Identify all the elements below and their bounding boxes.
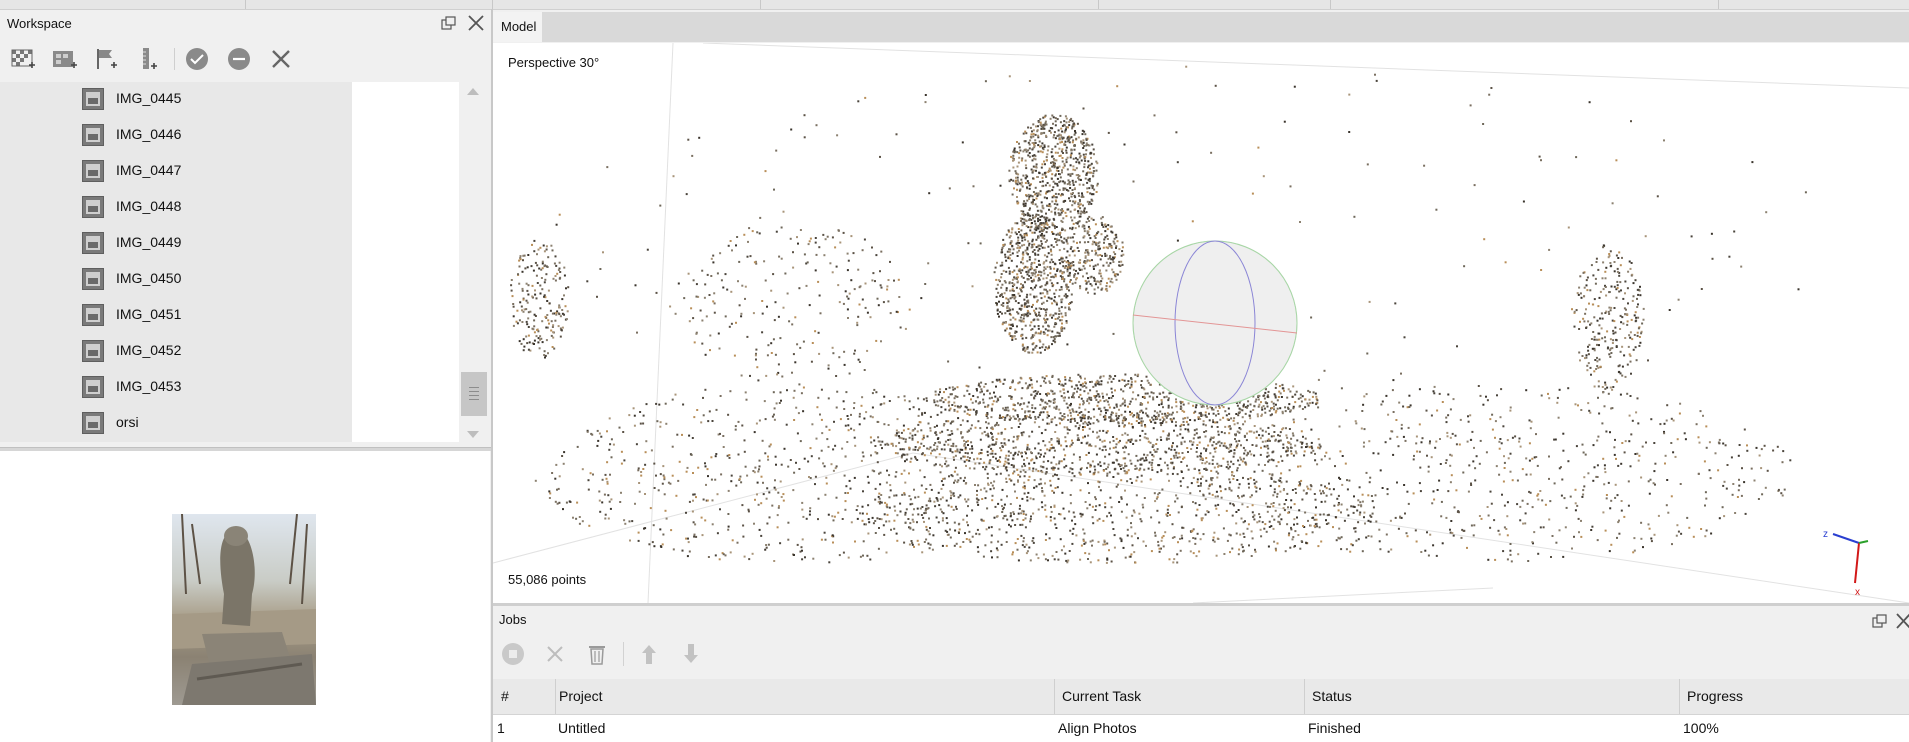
trackball-sphere[interactable] — [1132, 240, 1298, 406]
point-count-label: 55,086 points — [508, 572, 587, 587]
close-panel-icon[interactable] — [466, 13, 484, 31]
column-header-number[interactable]: # — [501, 688, 509, 704]
jobs-toolbar — [493, 636, 1909, 672]
photo-icon — [82, 340, 104, 362]
add-photos-icon[interactable] — [8, 44, 38, 74]
item-label: IMG_0446 — [116, 126, 182, 142]
add-marker-icon[interactable] — [91, 44, 121, 74]
list-item[interactable]: IMG_0450 — [0, 262, 352, 298]
tab-model[interactable]: Model — [493, 12, 542, 42]
column-header-current-task[interactable]: Current Task — [1062, 688, 1141, 704]
jobs-table-header: # Project Current Task Status Progress — [493, 679, 1909, 715]
workspace-title: Workspace — [7, 16, 72, 31]
job-progress: 100% — [1683, 720, 1719, 736]
job-number: 1 — [497, 720, 505, 736]
close-jobs-panel-icon[interactable] — [1893, 611, 1909, 629]
job-status: Finished — [1308, 720, 1361, 736]
disable-minus-icon[interactable] — [224, 44, 254, 74]
stop-job-icon[interactable] — [497, 636, 529, 672]
list-item[interactable]: IMG_0452 — [0, 334, 352, 370]
column-header-progress[interactable]: Progress — [1687, 688, 1743, 704]
model-tabbar — [493, 12, 1909, 42]
move-up-icon[interactable] — [633, 636, 665, 672]
item-label: IMG_0448 — [116, 198, 182, 214]
move-down-icon[interactable] — [675, 636, 707, 672]
list-item[interactable]: orsi — [0, 406, 352, 442]
photo-icon — [82, 268, 104, 290]
list-empty-area — [352, 82, 459, 442]
item-label: IMG_0447 — [116, 162, 182, 178]
add-scalebar-icon[interactable] — [133, 44, 163, 74]
item-label: IMG_0452 — [116, 342, 182, 358]
list-item[interactable]: IMG_0448 — [0, 190, 352, 226]
scroll-down-icon[interactable] — [467, 431, 479, 438]
jobs-title: Jobs — [499, 612, 527, 627]
job-current-task: Align Photos — [1058, 720, 1137, 736]
photo-icon — [82, 124, 104, 146]
list-item[interactable]: IMG_0445 — [0, 82, 352, 118]
item-label: IMG_0450 — [116, 270, 182, 286]
list-item[interactable]: IMG_0453 — [0, 370, 352, 406]
photo-preview-image — [172, 514, 316, 705]
scroll-up-icon[interactable] — [467, 88, 479, 95]
item-label: IMG_0445 — [116, 90, 182, 106]
delete-job-icon[interactable] — [581, 636, 613, 672]
table-row[interactable]: 1 Untitled Align Photos Finished 100% — [493, 715, 1909, 742]
photo-icon — [82, 196, 104, 218]
item-label: orsi — [116, 414, 139, 430]
photo-icon — [82, 232, 104, 254]
float-panel-icon[interactable] — [440, 14, 458, 32]
job-project: Untitled — [558, 720, 606, 736]
workspace-toolbar — [0, 40, 490, 78]
top-strip — [0, 0, 1909, 10]
photo-icon — [82, 412, 104, 434]
float-jobs-panel-icon[interactable] — [1871, 612, 1889, 630]
enable-check-icon[interactable] — [182, 44, 212, 74]
photo-list: IMG_0445 IMG_0446 IMG_0447 IMG_0448 IMG_… — [0, 82, 352, 442]
scroll-thumb[interactable] — [461, 372, 487, 416]
item-label: IMG_0453 — [116, 378, 182, 394]
column-header-status[interactable]: Status — [1312, 688, 1352, 704]
cancel-job-icon[interactable] — [539, 636, 571, 672]
item-label: IMG_0449 — [116, 234, 182, 250]
item-label: IMG_0451 — [116, 306, 182, 322]
list-item[interactable]: IMG_0446 — [0, 118, 352, 154]
view-mode-label: Perspective 30° — [508, 55, 600, 70]
jobs-splitter[interactable] — [493, 603, 1909, 606]
list-item[interactable]: IMG_0449 — [0, 226, 352, 262]
model-viewport[interactable]: x z — [493, 43, 1909, 603]
remove-cross-icon[interactable] — [266, 44, 296, 74]
column-header-project[interactable]: Project — [559, 688, 603, 704]
list-item[interactable]: IMG_0451 — [0, 298, 352, 334]
axis-gizmo: x z — [1823, 529, 1869, 598]
list-item[interactable]: IMG_0447 — [0, 154, 352, 190]
photo-icon — [82, 376, 104, 398]
add-folder-icon[interactable] — [49, 44, 79, 74]
photo-icon — [82, 304, 104, 326]
photo-icon — [82, 160, 104, 182]
photo-icon — [82, 88, 104, 110]
